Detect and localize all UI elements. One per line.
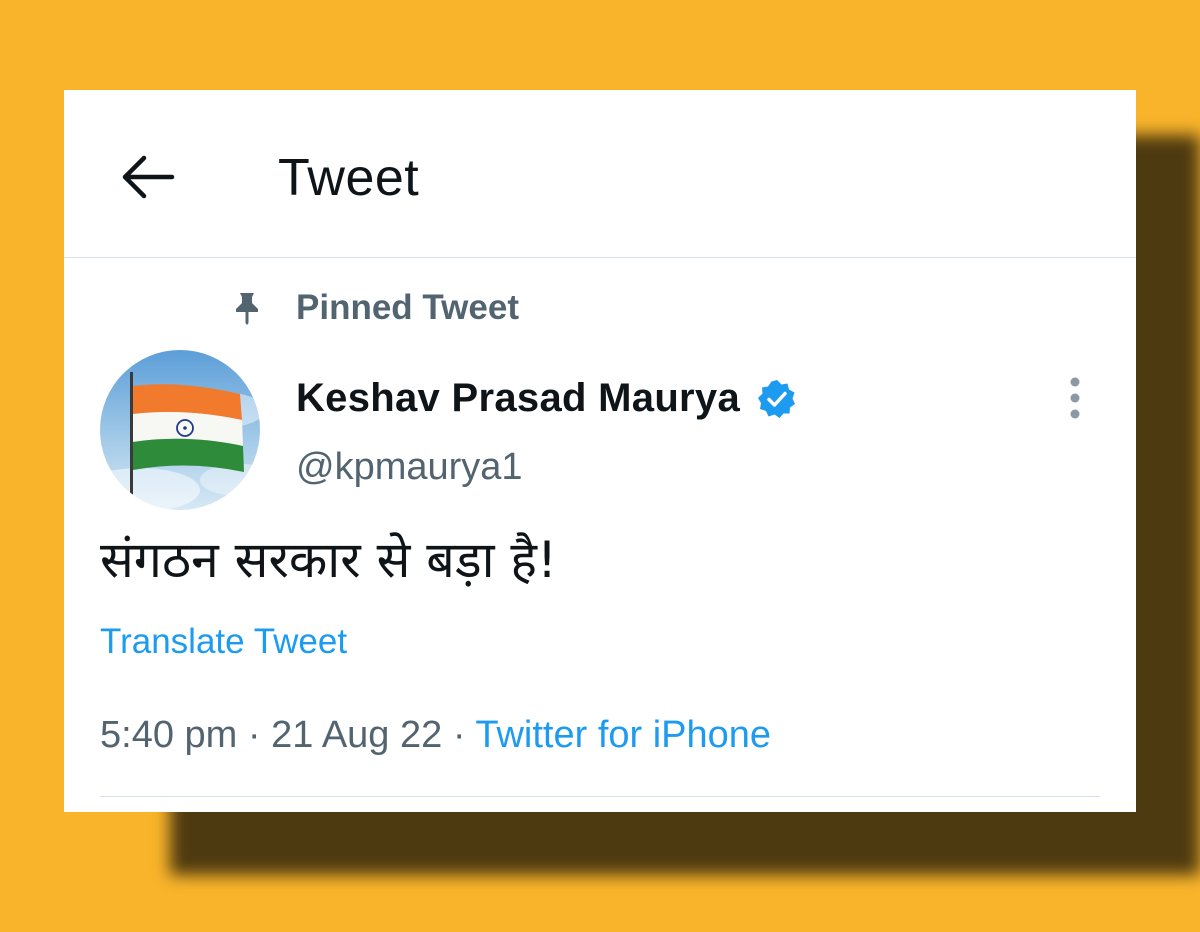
meta-separator: · (452, 714, 466, 756)
pinned-indicator: Pinned Tweet (234, 288, 519, 328)
more-options-button[interactable] (1060, 374, 1090, 424)
author-name-row[interactable]: Keshav Prasad Maurya (296, 376, 798, 421)
tweet-date[interactable]: 21 Aug 22 (271, 714, 442, 756)
avatar[interactable] (100, 350, 260, 510)
tweet-source-link[interactable]: Twitter for iPhone (475, 714, 771, 756)
more-vertical-icon (1070, 377, 1080, 419)
tweet-card: Tweet Pinned Tweet Keshav Prasad Maurya … (64, 90, 1136, 812)
page-title: Tweet (278, 149, 420, 207)
indian-flag-avatar (100, 350, 260, 510)
arrow-left-icon (122, 155, 175, 199)
tweet-text: संगठन सरकार से बड़ा है! (100, 531, 558, 589)
verified-badge-icon (758, 379, 796, 418)
back-button[interactable] (116, 150, 176, 204)
page-header: Tweet (64, 90, 1136, 258)
divider (100, 796, 1100, 797)
tweet-meta: 5:40 pm · 21 Aug 22 · Twitter for iPhone (100, 714, 771, 757)
author-name[interactable]: Keshav Prasad Maurya (296, 376, 740, 421)
author-handle[interactable]: @kpmaurya1 (296, 446, 523, 489)
meta-separator: · (247, 714, 261, 756)
tweet-time[interactable]: 5:40 pm (100, 714, 237, 756)
translate-tweet-link[interactable]: Translate Tweet (100, 622, 347, 662)
pin-icon (236, 293, 258, 325)
pinned-label: Pinned Tweet (296, 288, 519, 327)
